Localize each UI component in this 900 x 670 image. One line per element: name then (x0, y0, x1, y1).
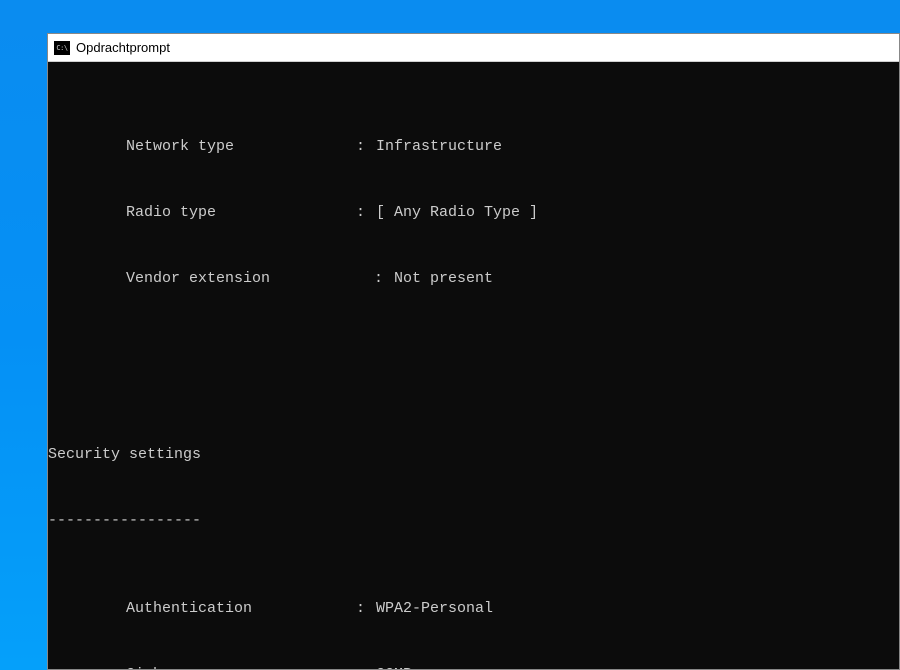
value: WPA2-Personal (376, 598, 493, 620)
cmd-icon (54, 41, 70, 55)
window-title: Opdrachtprompt (76, 40, 170, 55)
row-cipher-1: Cipher:CCMP (48, 664, 899, 669)
row-network-type: Network type:Infrastructure (48, 136, 899, 158)
row-vendor-extension: Vendor extension :Not present (48, 268, 899, 290)
command-prompt-window: Opdrachtprompt Network type:Infrastructu… (47, 33, 900, 670)
label: Authentication (126, 598, 356, 620)
label: Radio type (126, 202, 356, 224)
titlebar[interactable]: Opdrachtprompt (48, 34, 899, 62)
label: Vendor extension (126, 268, 356, 290)
row-auth-1: Authentication:WPA2-Personal (48, 598, 899, 620)
label: Cipher (126, 664, 356, 669)
value: Not present (394, 268, 493, 290)
security-divider: ----------------- (48, 510, 899, 532)
value: CCMP (376, 664, 412, 669)
row-radio-type: Radio type:[ Any Radio Type ] (48, 202, 899, 224)
terminal-output[interactable]: Network type:Infrastructure Radio type:[… (48, 62, 899, 669)
value: [ Any Radio Type ] (376, 202, 538, 224)
security-heading: Security settings (48, 444, 899, 466)
label: Network type (126, 136, 356, 158)
value: Infrastructure (376, 136, 502, 158)
